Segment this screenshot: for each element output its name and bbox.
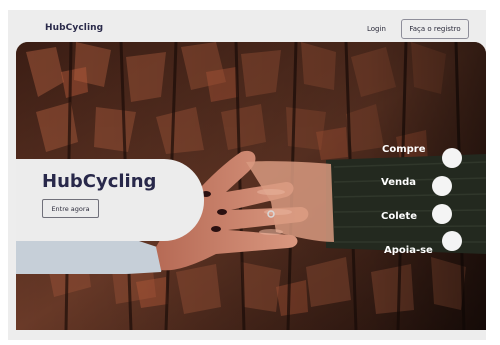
menu-item-apoia-se[interactable]: Apoia-se [384,245,433,256]
hero-banner: HubCycling Entre agora Compre Venda Cole… [16,42,486,330]
menu-item-venda[interactable]: Venda [381,177,416,188]
register-button[interactable]: Faça o registro [401,19,469,39]
login-link[interactable]: Login [367,25,386,33]
menu-dot-apoia-se[interactable] [442,231,462,251]
hero-title: HubCycling [42,171,157,192]
hero-card: HubCycling Entre agora [16,159,204,241]
menu-dot-colete[interactable] [432,204,452,224]
menu-item-colete[interactable]: Colete [381,211,417,222]
menu-dot-compre[interactable] [442,148,462,168]
menu-item-compre[interactable]: Compre [382,144,426,155]
menu-label: Compre [382,144,426,155]
menu-label: Apoia-se [384,245,433,256]
menu-dot-venda[interactable] [432,176,452,196]
enter-now-button[interactable]: Entre agora [42,199,99,218]
menu-label: Colete [381,211,417,222]
brand-logo[interactable]: HubCycling [45,23,103,33]
menu-label: Venda [381,177,416,188]
